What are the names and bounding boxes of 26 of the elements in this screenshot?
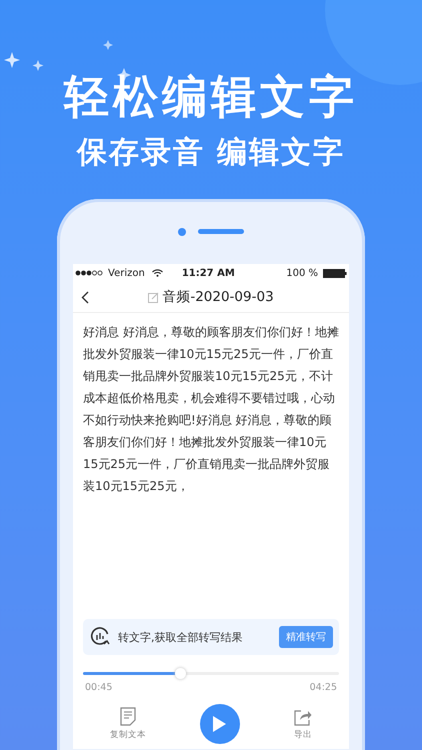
wifi-icon bbox=[152, 269, 163, 277]
share-icon bbox=[294, 708, 312, 726]
battery-label: 100 % bbox=[286, 268, 318, 278]
speaker-slot bbox=[198, 229, 244, 234]
accurate-transcribe-button[interactable]: 精准转写 bbox=[279, 626, 333, 648]
headline: 轻松编辑文字 bbox=[64, 70, 358, 124]
signal-icon bbox=[75, 270, 103, 276]
clock: 11:27 AM bbox=[182, 268, 236, 278]
total-time: 04:25 bbox=[310, 682, 337, 693]
copy-text-button[interactable]: 复制文本 bbox=[110, 707, 146, 741]
progress-thumb[interactable] bbox=[175, 668, 186, 679]
recording-title: 音频-2020-09-03 bbox=[162, 288, 274, 306]
carrier-label: Verizon bbox=[108, 268, 145, 278]
camera-dot bbox=[178, 228, 186, 236]
edit-icon[interactable] bbox=[148, 292, 160, 302]
elapsed-time: 00:45 bbox=[85, 682, 112, 693]
back-icon[interactable] bbox=[81, 290, 89, 304]
play-icon bbox=[211, 715, 227, 733]
export-button[interactable]: 导出 bbox=[294, 708, 312, 740]
transcribe-hint: 转文字,获取全部转写结果 bbox=[118, 630, 244, 644]
transcript-text: 好消息 好消息，尊敬的顾客朋友们你们好！地摊批发外贸服装一律10元15元25元一件，厂价直销甩卖一批品牌外贸服装10元15元25元，不计成本超低价格甩卖，机会难得不要错过哦，心动不如行动快来抢购吧!好消息 好消息，尊敬的顾客朋友们你们好！地摊批发外贸服装一律10元15元25元一件，厂价直销甩卖一批品牌外贸服装10元15元25元， bbox=[83, 324, 339, 495]
document-icon bbox=[120, 707, 136, 726]
play-button[interactable] bbox=[200, 704, 240, 744]
subtitle: 保存录音 编辑文字 bbox=[76, 134, 346, 172]
battery-icon bbox=[323, 268, 347, 278]
transcribe-icon bbox=[90, 627, 110, 647]
